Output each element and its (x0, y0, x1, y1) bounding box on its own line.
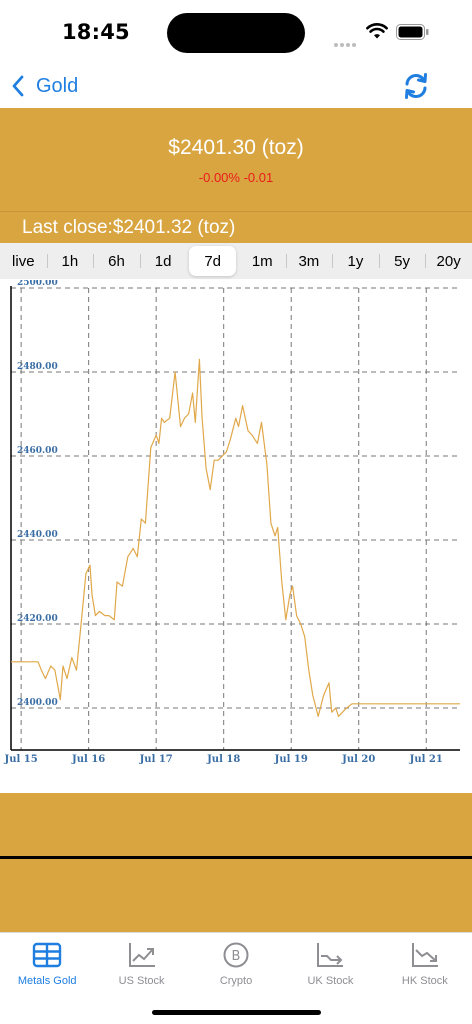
range-5y[interactable]: 5y (378, 246, 426, 276)
y-tick-label: 2440.00 (17, 530, 58, 540)
x-tick-label: Jul 15 (4, 754, 38, 765)
range-1h[interactable]: 1h (46, 246, 94, 276)
home-indicator (152, 1010, 321, 1015)
refresh-icon[interactable] (400, 70, 432, 102)
signal-icon (334, 34, 358, 52)
x-tick-label: Jul 19 (274, 754, 308, 765)
x-tick-label: Jul 17 (139, 754, 173, 765)
tab-label: US Stock (118, 975, 165, 987)
range-7d[interactable]: 7d (189, 246, 236, 276)
wifi-icon (366, 23, 388, 39)
chart-canvas: 2400.00 2420.00 2440.00 2460.00 2480.00 2500.… (4, 280, 460, 765)
y-tick-label: 2420.00 (17, 614, 58, 624)
y-tick-label: 2500.00 (17, 280, 58, 288)
y-tick-label: 2460.00 (17, 446, 58, 456)
tab-label: Crypto (219, 975, 253, 987)
last-close-bar: Last close:$2401.32 (toz) (0, 212, 472, 245)
tab-label: UK Stock (307, 975, 354, 987)
price-header: $2401.30 (toz) -0.00% -0.01 (0, 108, 472, 212)
trend-down-icon (411, 943, 438, 967)
info-panel-bottom (0, 859, 472, 932)
navigation-bar: Gold (0, 64, 472, 108)
back-button[interactable]: Gold (10, 70, 78, 102)
y-tick-label: 2480.00 (17, 362, 58, 372)
price-change: -0.00% -0.01 (198, 170, 274, 185)
current-price: $2401.30 (toz) (168, 136, 304, 159)
trend-up-icon (128, 943, 155, 967)
chart-axis-icon (317, 943, 344, 967)
range-1d[interactable]: 1d (139, 246, 187, 276)
range-live[interactable]: live (0, 246, 47, 276)
price-chart[interactable]: 2400.00 2420.00 2440.00 2460.00 2480.00 2500.… (0, 280, 472, 772)
price-series-line (11, 358, 460, 717)
tab-metals-gold[interactable]: Metals Gold (0, 933, 94, 1024)
x-tick-label: Jul 18 (206, 754, 240, 765)
x-tick-label: Jul 20 (341, 754, 375, 765)
bitcoin-icon: B (223, 942, 249, 968)
range-1y[interactable]: 1y (332, 246, 379, 276)
chevron-left-icon (12, 75, 24, 97)
x-tick-label: Jul 21 (409, 754, 443, 765)
battery-icon (396, 24, 429, 40)
range-1m[interactable]: 1m (239, 246, 286, 276)
range-selector: live 1h 6h 1d 7d 1m 3m 1y 5y 20y (0, 243, 472, 279)
svg-text:B: B (232, 949, 241, 964)
dynamic-island (167, 13, 305, 53)
status-time: 18:45 (62, 20, 130, 44)
status-bar: 18:45 (0, 0, 472, 64)
y-tick-label: 2400.00 (17, 698, 58, 708)
back-label: Gold (36, 74, 79, 97)
range-6h[interactable]: 6h (93, 246, 140, 276)
tab-hk-stock[interactable]: HK Stock (378, 933, 472, 1024)
tab-label: HK Stock (401, 975, 448, 987)
table-grid-icon (33, 942, 62, 968)
range-3m[interactable]: 3m (285, 246, 333, 276)
last-close-label: Last close:$2401.32 (toz) (22, 217, 236, 238)
range-20y[interactable]: 20y (425, 246, 472, 276)
tab-label: Metals Gold (17, 975, 77, 987)
x-tick-label: Jul 16 (71, 754, 105, 765)
info-panel-top (0, 793, 472, 856)
